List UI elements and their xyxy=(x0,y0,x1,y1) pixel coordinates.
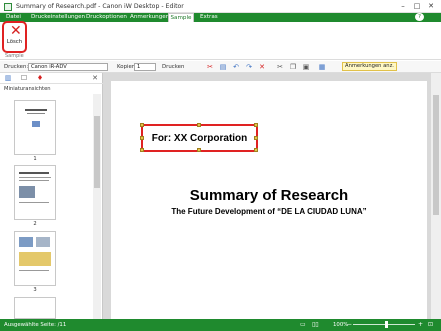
zoom-slider-knob[interactable] xyxy=(385,321,389,328)
thumbnail-number: 3 xyxy=(33,287,37,293)
page-options-icon[interactable]: ▦ xyxy=(318,63,326,71)
thumbnail-panel: ▥ ☐ ♦ ✕ Miniaturansichten 1 2 3 xyxy=(0,73,103,319)
thumb-heading-line xyxy=(19,172,49,174)
resize-handle[interactable] xyxy=(254,123,258,127)
bookmarks-tab-icon[interactable]: ♦ xyxy=(34,74,46,83)
thumb-subtitle-line xyxy=(27,113,45,114)
thumb-photo xyxy=(19,237,33,247)
thumb-photo xyxy=(36,237,50,247)
copy-icon[interactable]: ❐ xyxy=(289,63,297,71)
page-view-icon[interactable]: ▭ xyxy=(300,321,306,328)
ribbon-tab-bar: Datei Druckeinstellungen Druckoptionen A… xyxy=(0,13,441,22)
cut-icon[interactable]: ✂ xyxy=(276,63,284,71)
document-subtitle: The Future Development of “DE LA CIUDAD … xyxy=(171,207,367,216)
show-annotations-button[interactable]: Anmerkungen anz. xyxy=(342,62,397,71)
window-title: Summary of Research.pdf - Canon iW Deskt… xyxy=(16,3,184,10)
print-toolbar: Drucken: Canon iR-ADV Kopien 1 Drucken ✂… xyxy=(0,61,441,73)
tab-extras[interactable]: Extras xyxy=(200,13,218,22)
tab-druckoptionen[interactable]: Druckoptionen xyxy=(86,13,127,22)
panel-close-icon[interactable]: ✕ xyxy=(89,74,101,83)
tab-anmerkungen[interactable]: Anmerkungen xyxy=(130,13,169,22)
thumbnail-scroll-thumb[interactable] xyxy=(94,116,100,188)
resize-handle[interactable] xyxy=(197,148,201,152)
insert-page-icon[interactable]: ▤ xyxy=(219,63,227,71)
printer-select[interactable]: Canon iR-ADV xyxy=(28,63,108,71)
thumb-chart xyxy=(19,252,51,266)
zoom-out-icon[interactable]: − xyxy=(347,321,352,328)
page-delete-icon[interactable]: ✂ xyxy=(206,63,214,71)
two-page-view-icon[interactable]: ▯▯ xyxy=(312,321,319,328)
document-page: For: XX Corporation Summary of Research … xyxy=(111,81,427,319)
zoom-slider[interactable] xyxy=(353,321,415,328)
redo-icon[interactable]: ↷ xyxy=(245,63,253,71)
resize-handle[interactable] xyxy=(140,123,144,127)
thumbnail-scrollbar[interactable] xyxy=(93,94,101,319)
document-title: Summary of Research xyxy=(189,187,349,204)
close-window-button[interactable]: ✕ xyxy=(424,1,438,12)
minimize-button[interactable]: – xyxy=(396,1,410,12)
paste-icon[interactable]: ▣ xyxy=(302,63,310,71)
thumbnails-tab-icon[interactable]: ▥ xyxy=(2,74,14,83)
undo-icon[interactable]: ↶ xyxy=(232,63,240,71)
thumb-logo xyxy=(32,121,40,127)
thumbnail-number: 2 xyxy=(33,221,37,227)
delete-button-label: Lösch xyxy=(6,39,23,45)
tab-druckeinstellungen[interactable]: Druckeinstellungen xyxy=(31,13,85,22)
page-thumbnail[interactable] xyxy=(14,165,56,220)
thumb-text-line xyxy=(19,202,49,203)
printer-label: Drucken: xyxy=(4,64,29,70)
red-x-icon: ✕ xyxy=(10,23,22,39)
tab-sample[interactable]: Sample xyxy=(168,13,194,22)
title-bar: Summary of Research.pdf - Canon iW Deskt… xyxy=(0,0,441,13)
zoom-in-icon[interactable]: + xyxy=(418,321,423,328)
copies-stepper[interactable]: 1 xyxy=(134,63,156,71)
page-thumbnail[interactable] xyxy=(14,297,56,319)
panel-title: Miniaturansichten xyxy=(4,86,51,92)
selected-page-status: Ausgewählte Seite: /11 xyxy=(4,322,67,328)
document-view: For: XX Corporation Summary of Research … xyxy=(103,73,441,319)
selected-text-frame[interactable]: For: XX Corporation xyxy=(140,123,258,152)
print-button[interactable]: Drucken xyxy=(162,64,184,70)
thumb-title-line xyxy=(25,109,47,111)
document-scrollbar[interactable] xyxy=(431,73,441,319)
document-scroll-thumb[interactable] xyxy=(433,95,439,215)
thumb-text-line xyxy=(19,270,49,271)
resize-handle[interactable] xyxy=(140,148,144,152)
thumb-photo xyxy=(19,186,35,198)
delete-icon[interactable]: ✕ xyxy=(258,63,266,71)
app-icon xyxy=(4,3,12,11)
delete-button[interactable]: ✕ Lösch xyxy=(2,21,27,53)
resize-handle[interactable] xyxy=(254,136,258,140)
copies-label: Kopien xyxy=(117,64,136,70)
status-bar: Ausgewählte Seite: /11 ▭ ▯▯ 100% − + ⊡ xyxy=(0,319,441,331)
maximize-button[interactable]: □ xyxy=(410,1,424,12)
help-icon[interactable]: ? xyxy=(415,13,424,21)
page-thumbnail[interactable] xyxy=(14,100,56,155)
comments-tab-icon[interactable]: ☐ xyxy=(18,74,30,83)
frame-text: For: XX Corporation xyxy=(151,133,248,144)
thumb-text-line xyxy=(19,177,51,178)
page-thumbnail[interactable] xyxy=(14,231,56,286)
panel-tab-bar: ▥ ☐ ♦ ✕ xyxy=(0,73,103,84)
resize-handle[interactable] xyxy=(254,148,258,152)
resize-handle[interactable] xyxy=(197,123,201,127)
thumb-text-line xyxy=(19,180,49,181)
resize-handle[interactable] xyxy=(140,136,144,140)
ribbon-panel xyxy=(0,22,441,60)
fit-page-icon[interactable]: ⊡ xyxy=(428,321,433,328)
ribbon-group-label: Sample xyxy=(5,53,24,59)
thumbnail-number: 1 xyxy=(33,156,37,162)
